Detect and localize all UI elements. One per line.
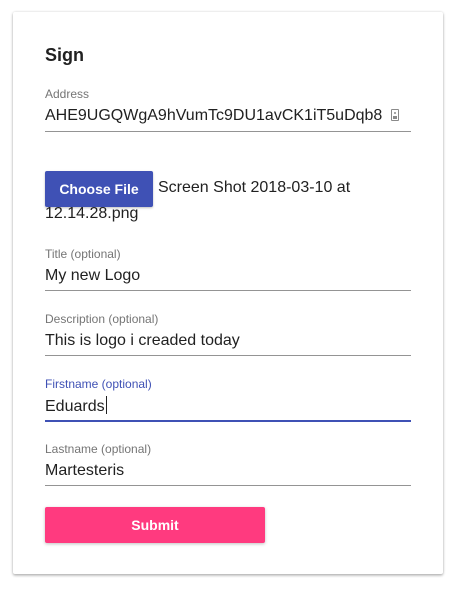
choose-file-button[interactable]: Choose File [45, 171, 153, 207]
description-label: Description (optional) [45, 312, 159, 326]
text-cursor [105, 396, 107, 414]
contact-card-icon [391, 109, 399, 121]
lastname-underline [45, 485, 411, 486]
lastname-label: Lastname (optional) [45, 442, 152, 456]
file-name-line-2: 12.14.28.png [45, 205, 139, 222]
title-label: Title (optional) [45, 247, 121, 261]
form-title: Sign [45, 45, 84, 65]
firstname-value: Eduards [45, 398, 105, 415]
description-underline [45, 355, 411, 356]
submit-button[interactable]: Submit [45, 507, 265, 543]
title-value: My new Logo [45, 267, 141, 284]
firstname-field[interactable]: Firstname (optional) Eduards [45, 377, 411, 422]
title-input[interactable]: My new Logo [45, 266, 411, 286]
address-underline [45, 131, 411, 132]
address-input[interactable]: AHE9UGQWgA9hVumTc9DU1avCK1iT5uDqb8 [45, 106, 411, 126]
lastname-input[interactable]: Martesteris [45, 461, 411, 481]
lastname-field[interactable]: Lastname (optional) Martesteris [45, 442, 411, 486]
firstname-label: Firstname (optional) [45, 377, 152, 391]
sign-form-card: Sign Address AHE9UGQWgA9hVumTc9DU1avCK1i… [13, 12, 443, 574]
address-label: Address [45, 87, 90, 101]
file-name-line-1: Screen Shot 2018-03-10 at [158, 179, 351, 196]
firstname-underline [45, 420, 411, 422]
description-field[interactable]: Description (optional) This is logo i cr… [45, 312, 411, 356]
title-underline [45, 290, 411, 291]
description-input[interactable]: This is logo i creaded today [45, 331, 411, 351]
description-value: This is logo i creaded today [45, 332, 240, 349]
firstname-input[interactable]: Eduards [45, 396, 411, 416]
address-field[interactable]: Address AHE9UGQWgA9hVumTc9DU1avCK1iT5uDq… [45, 87, 411, 132]
title-field[interactable]: Title (optional) My new Logo [45, 247, 411, 291]
lastname-value: Martesteris [45, 462, 125, 479]
address-value: AHE9UGQWgA9hVumTc9DU1avCK1iT5uDqb8 [45, 107, 383, 124]
